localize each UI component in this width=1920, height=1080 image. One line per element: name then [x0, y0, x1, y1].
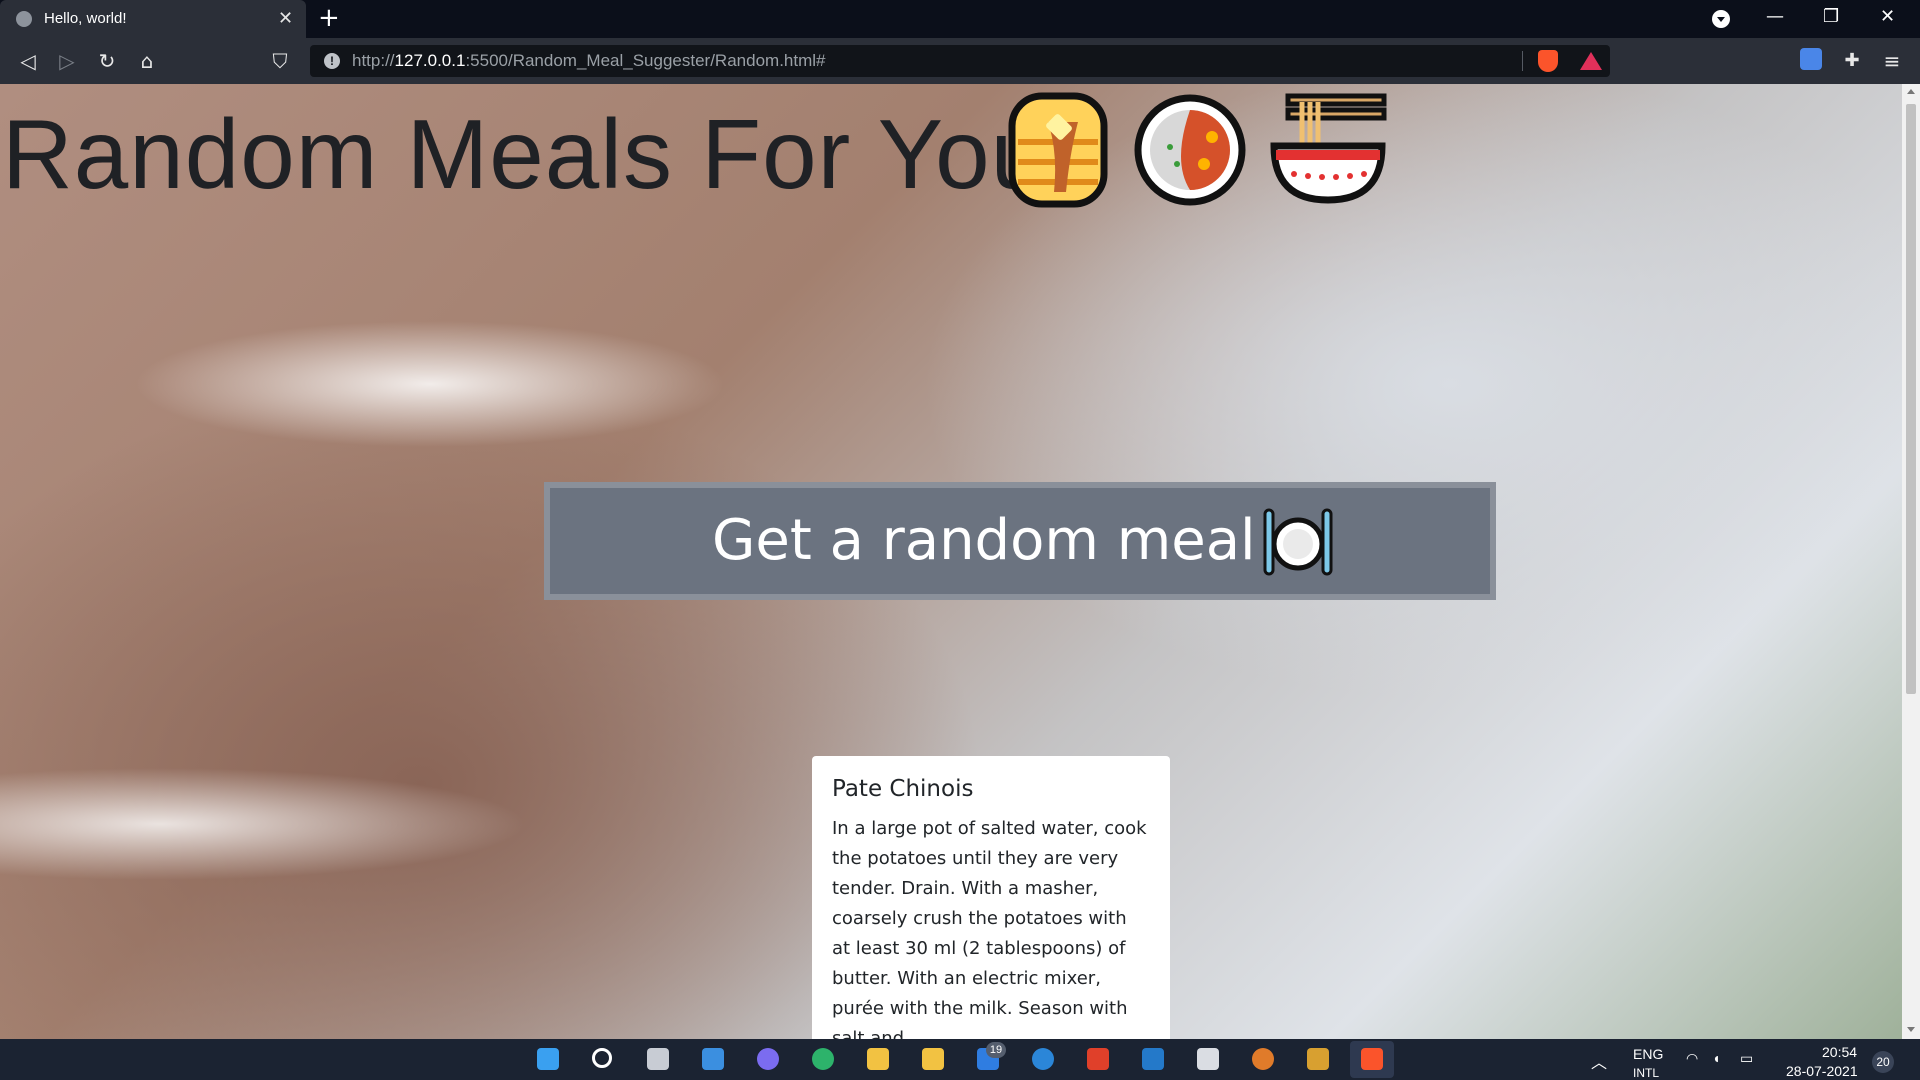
brave-nightly-icon[interactable] — [1307, 1048, 1329, 1070]
language-indicator[interactable]: ENG — [1633, 1046, 1663, 1062]
browser-toolbar: ◁ ▷ ↻ ⌂ ⛉ ! http://127.0.0.1:5500/Random… — [0, 38, 1920, 84]
vertical-scrollbar[interactable] — [1902, 84, 1920, 1039]
app-icon[interactable] — [1197, 1048, 1219, 1070]
battery-icon[interactable]: ▭ — [1740, 1050, 1753, 1067]
scroll-up-arrow-icon[interactable] — [1907, 89, 1915, 94]
task-view-icon[interactable] — [647, 1048, 669, 1070]
language-sub-indicator[interactable]: INTL — [1633, 1066, 1659, 1080]
blender-icon[interactable] — [1252, 1048, 1274, 1070]
forward-button[interactable]: ▷ — [55, 49, 79, 73]
address-bar[interactable]: ! http://127.0.0.1:5500/Random_Meal_Sugg… — [310, 45, 1610, 77]
clock-time[interactable]: 20:54 — [1822, 1044, 1857, 1060]
brave-browser-icon[interactable] — [1361, 1048, 1383, 1070]
tab-title: Hello, world! — [44, 10, 127, 27]
plate-fork-knife-icon — [1263, 508, 1333, 576]
mail-badge: 19 — [986, 1042, 1006, 1058]
start-windows-icon[interactable] — [537, 1048, 559, 1070]
search-icon[interactable] — [592, 1048, 612, 1068]
restore-button[interactable]: ❐ — [1823, 6, 1839, 27]
cta-label: Get a random meal — [712, 508, 1256, 573]
tab-strip: Hello, world! ✕ + — ❐ ✕ — [0, 0, 1920, 38]
close-window-button[interactable]: ✕ — [1880, 6, 1895, 27]
page-viewport: Random Meals For You Get a random meal P… — [0, 84, 1902, 1039]
tray-overflow-chevron-icon[interactable]: ︿ — [1591, 1049, 1607, 1073]
brave-rewards-icon[interactable] — [1580, 52, 1602, 70]
wifi-icon[interactable]: ◠ — [1686, 1050, 1698, 1067]
close-tab-icon[interactable]: ✕ — [278, 8, 293, 29]
curry-rice-icon — [1134, 94, 1246, 206]
url-text[interactable]: http://127.0.0.1:5500/Random_Meal_Sugges… — [352, 51, 825, 71]
url-divider — [1522, 51, 1523, 71]
scroll-thumb[interactable] — [1906, 104, 1916, 694]
site-info-icon[interactable]: ! — [324, 53, 340, 69]
minimize-button[interactable]: — — [1766, 6, 1784, 27]
meal-instructions: In a large pot of salted water, cook the… — [832, 818, 1147, 1039]
ramen-bowl-icon — [1270, 93, 1387, 204]
meal-card: Pate Chinois In a large pot of salted wa… — [812, 756, 1170, 1039]
teams-chat-icon[interactable] — [757, 1048, 779, 1070]
globe-icon — [16, 11, 32, 27]
new-tab-button[interactable]: + — [318, 3, 340, 33]
page-title: Random Meals For You — [2, 99, 1047, 209]
back-button[interactable]: ◁ — [16, 49, 40, 73]
volume-icon[interactable]: ◖ — [1712, 1050, 1720, 1066]
notification-count[interactable]: 20 — [1872, 1051, 1894, 1073]
taskbar: 19 ︿ ENG INTL ◠ ◖ ▭ 20:54 28-07-2021 20 — [0, 1039, 1920, 1080]
tab-search-icon[interactable] — [1712, 10, 1730, 28]
brave-shields-icon[interactable] — [1538, 50, 1558, 72]
safari-compass-icon[interactable] — [1032, 1048, 1054, 1070]
widgets-icon[interactable] — [702, 1048, 724, 1070]
bookmark-button[interactable]: ⛉ — [268, 49, 292, 73]
store-icon[interactable] — [922, 1048, 944, 1070]
translate-extension-icon[interactable] — [1800, 48, 1822, 70]
tab-hello-world[interactable]: Hello, world! ✕ — [0, 0, 306, 38]
edge-browser-icon[interactable] — [812, 1048, 834, 1070]
meal-title: Pate Chinois — [832, 776, 974, 802]
pancakes-icon — [1008, 92, 1108, 208]
home-button[interactable]: ⌂ — [135, 49, 159, 73]
scroll-down-arrow-icon[interactable] — [1907, 1027, 1915, 1032]
office-icon[interactable] — [1087, 1048, 1109, 1070]
file-explorer-icon[interactable] — [867, 1048, 889, 1070]
get-random-meal-button[interactable]: Get a random meal — [544, 482, 1496, 600]
vscode-icon[interactable] — [1142, 1048, 1164, 1070]
menu-button[interactable]: ≡ — [1880, 49, 1904, 73]
reload-button[interactable]: ↻ — [95, 49, 119, 73]
extensions-puzzle-icon[interactable]: ✚ — [1840, 49, 1864, 73]
clock-date[interactable]: 28-07-2021 — [1786, 1063, 1858, 1080]
